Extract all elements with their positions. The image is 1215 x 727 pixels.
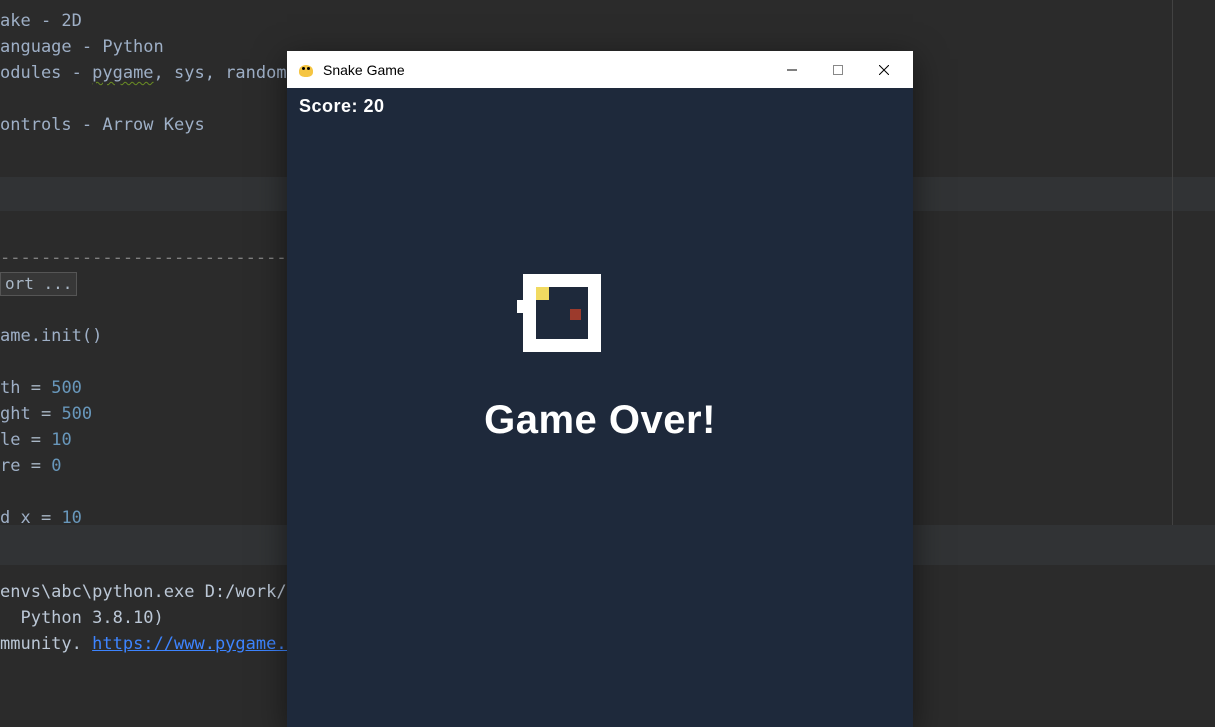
minimize-icon — [787, 65, 797, 75]
terminal-link[interactable]: https://www.pygame.o — [92, 634, 297, 654]
maximize-icon — [833, 65, 843, 75]
game-over-text: Game Over! — [287, 398, 913, 443]
close-icon — [879, 65, 889, 75]
snake — [523, 274, 601, 352]
food — [570, 309, 581, 320]
pygame-window[interactable]: Snake Game Score: 20 — [287, 51, 913, 727]
maximize-button[interactable] — [815, 51, 861, 88]
window-titlebar[interactable]: Snake Game — [287, 51, 913, 88]
window-title: Snake Game — [323, 62, 405, 78]
minimize-button[interactable] — [769, 51, 815, 88]
close-button[interactable] — [861, 51, 907, 88]
code-line: ake - 2D — [0, 8, 1215, 34]
editor-right-margin — [1172, 0, 1173, 525]
game-canvas: Score: 20 — [287, 88, 913, 727]
snake-head — [536, 287, 549, 300]
pygame-icon — [297, 61, 315, 79]
score-label: Score: 20 — [299, 96, 385, 117]
